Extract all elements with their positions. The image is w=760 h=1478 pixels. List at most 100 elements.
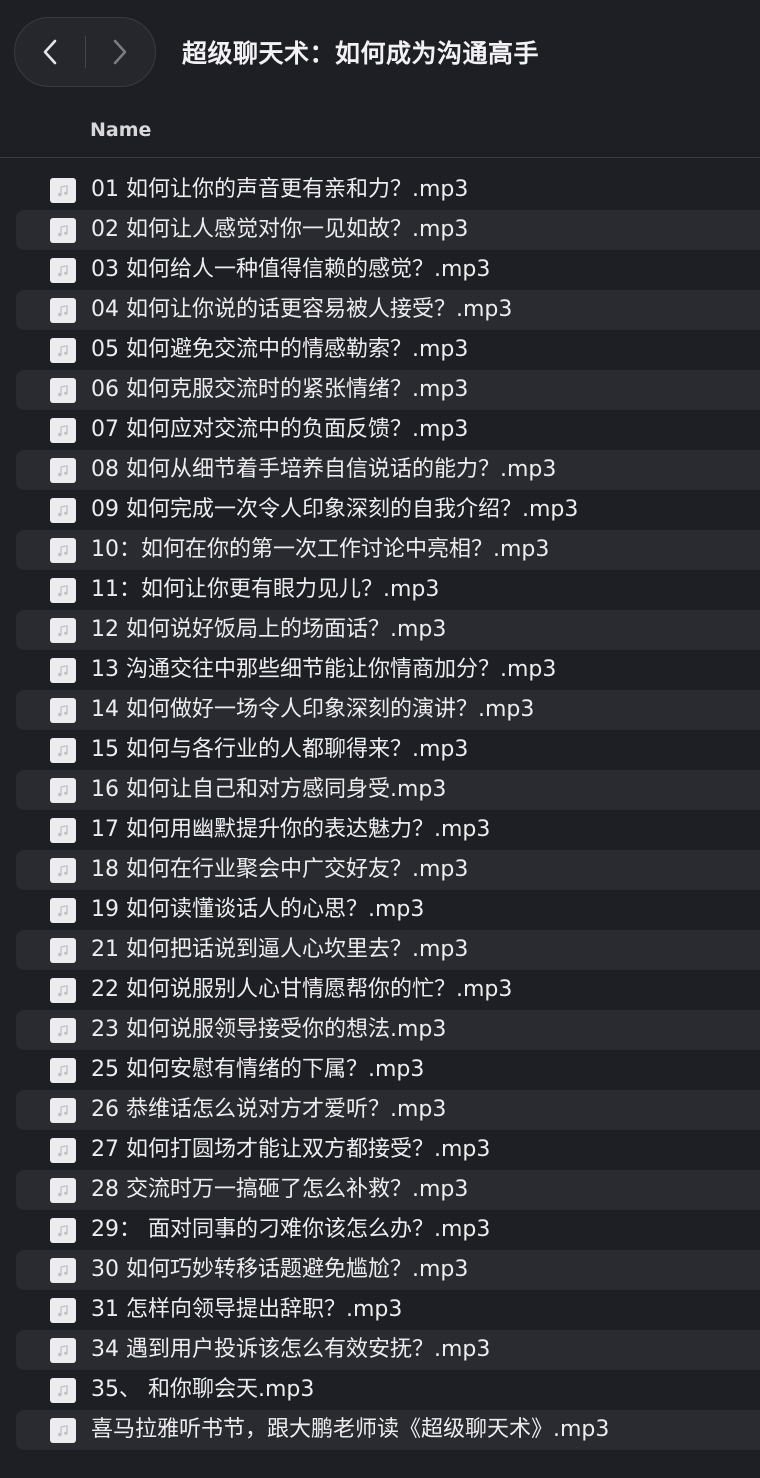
audio-file-icon bbox=[50, 378, 76, 403]
file-row[interactable]: 22 如何说服别人心甘情愿帮你的忙？.mp3 bbox=[16, 970, 760, 1010]
audio-file-icon bbox=[50, 498, 76, 523]
file-name: 08 如何从细节着手培养自信说话的能力？.mp3 bbox=[91, 457, 557, 482]
file-name: 喜马拉雅听书节，跟大鹏老师读《超级聊天术》.mp3 bbox=[91, 1417, 610, 1442]
audio-file-icon bbox=[50, 1178, 76, 1203]
file-name: 21 如何把话说到逼人心坎里去？.mp3 bbox=[91, 937, 469, 962]
file-row[interactable]: 28 交流时万一搞砸了怎么补救？.mp3 bbox=[16, 1170, 760, 1210]
file-row[interactable]: 03 如何给人一种值得信赖的感觉？.mp3 bbox=[16, 250, 760, 290]
file-row[interactable]: 10：如何在你的第一次工作讨论中亮相？.mp3 bbox=[16, 530, 760, 570]
file-name: 30 如何巧妙转移话题避免尴尬？.mp3 bbox=[91, 1257, 469, 1282]
file-name: 06 如何克服交流时的紧张情绪？.mp3 bbox=[91, 377, 469, 402]
file-row[interactable]: 13 沟通交往中那些细节能让你情商加分？.mp3 bbox=[16, 650, 760, 690]
file-name: 13 沟通交往中那些细节能让你情商加分？.mp3 bbox=[91, 657, 557, 682]
file-row[interactable]: 30 如何巧妙转移话题避免尴尬？.mp3 bbox=[16, 1250, 760, 1290]
file-row[interactable]: 07 如何应对交流中的负面反馈？.mp3 bbox=[16, 410, 760, 450]
audio-file-icon bbox=[50, 178, 76, 203]
file-name: 01 如何让你的声音更有亲和力？.mp3 bbox=[91, 177, 469, 202]
audio-file-icon bbox=[50, 418, 76, 443]
audio-file-icon bbox=[50, 858, 76, 883]
audio-file-icon bbox=[50, 1298, 76, 1323]
file-name: 03 如何给人一种值得信赖的感觉？.mp3 bbox=[91, 257, 491, 282]
file-row[interactable]: 02 如何让人感觉对你一见如故？.mp3 bbox=[16, 210, 760, 250]
file-name: 34 遇到用户投诉该怎么有效安抚？.mp3 bbox=[91, 1337, 491, 1362]
file-name: 35、 和你聊会天.mp3 bbox=[91, 1377, 315, 1402]
file-name: 29： 面对同事的刁难你该怎么办？.mp3 bbox=[91, 1217, 491, 1242]
file-row[interactable]: 23 如何说服领导接受你的想法.mp3 bbox=[16, 1010, 760, 1050]
file-row[interactable]: 喜马拉雅听书节，跟大鹏老师读《超级聊天术》.mp3 bbox=[16, 1410, 760, 1450]
audio-file-icon bbox=[50, 458, 76, 483]
file-name: 27 如何打圆场才能让双方都接受？.mp3 bbox=[91, 1137, 491, 1162]
audio-file-icon bbox=[50, 698, 76, 723]
file-row[interactable]: 21 如何把话说到逼人心坎里去？.mp3 bbox=[16, 930, 760, 970]
file-row[interactable]: 18 如何在行业聚会中广交好友？.mp3 bbox=[16, 850, 760, 890]
file-row[interactable]: 05 如何避免交流中的情感勒索？.mp3 bbox=[16, 330, 760, 370]
audio-file-icon bbox=[50, 898, 76, 923]
file-row[interactable]: 31 怎样向领导提出辞职？.mp3 bbox=[16, 1290, 760, 1330]
file-name: 26 恭维话怎么说对方才爱听？.mp3 bbox=[91, 1097, 447, 1122]
file-row[interactable]: 11：如何让你更有眼力见儿？.mp3 bbox=[16, 570, 760, 610]
file-row[interactable]: 25 如何安慰有情绪的下属？.mp3 bbox=[16, 1050, 760, 1090]
file-name: 12 如何说好饭局上的场面话？.mp3 bbox=[91, 617, 447, 642]
audio-file-icon bbox=[50, 298, 76, 323]
file-row[interactable]: 08 如何从细节着手培养自信说话的能力？.mp3 bbox=[16, 450, 760, 490]
file-row[interactable]: 15 如何与各行业的人都聊得来？.mp3 bbox=[16, 730, 760, 770]
file-list: 01 如何让你的声音更有亲和力？.mp3 02 如何让人感觉对你一见如故？.mp3… bbox=[0, 170, 760, 1450]
audio-file-icon bbox=[50, 1058, 76, 1083]
audio-file-icon bbox=[50, 618, 76, 643]
chevron-left-icon bbox=[43, 39, 57, 65]
audio-file-icon bbox=[50, 1338, 76, 1363]
file-row[interactable]: 35、 和你聊会天.mp3 bbox=[16, 1370, 760, 1410]
audio-file-icon bbox=[50, 258, 76, 283]
file-name: 07 如何应对交流中的负面反馈？.mp3 bbox=[91, 417, 469, 442]
file-row[interactable]: 12 如何说好饭局上的场面话？.mp3 bbox=[16, 610, 760, 650]
file-name: 10：如何在你的第一次工作讨论中亮相？.mp3 bbox=[91, 537, 550, 562]
forward-button[interactable] bbox=[85, 18, 155, 86]
audio-file-icon bbox=[50, 1018, 76, 1043]
file-row[interactable]: 26 恭维话怎么说对方才爱听？.mp3 bbox=[16, 1090, 760, 1130]
audio-file-icon bbox=[50, 218, 76, 243]
file-row[interactable]: 16 如何让自己和对方感同身受.mp3 bbox=[16, 770, 760, 810]
back-button[interactable] bbox=[15, 18, 85, 86]
file-row[interactable]: 34 遇到用户投诉该怎么有效安抚？.mp3 bbox=[16, 1330, 760, 1370]
audio-file-icon bbox=[50, 1218, 76, 1243]
file-name: 11：如何让你更有眼力见儿？.mp3 bbox=[91, 577, 440, 602]
window-title: 超级聊天术：如何成为沟通高手 bbox=[182, 39, 540, 68]
audio-file-icon bbox=[50, 978, 76, 1003]
file-name: 31 怎样向领导提出辞职？.mp3 bbox=[91, 1297, 403, 1322]
file-row[interactable]: 14 如何做好一场令人印象深刻的演讲？.mp3 bbox=[16, 690, 760, 730]
file-row[interactable]: 01 如何让你的声音更有亲和力？.mp3 bbox=[16, 170, 760, 210]
audio-file-icon bbox=[50, 1138, 76, 1163]
file-row[interactable]: 04 如何让你说的话更容易被人接受？.mp3 bbox=[16, 290, 760, 330]
file-row[interactable]: 19 如何读懂谈话人的心思？.mp3 bbox=[16, 890, 760, 930]
file-name: 09 如何完成一次令人印象深刻的自我介绍？.mp3 bbox=[91, 497, 579, 522]
chevron-right-icon bbox=[113, 39, 127, 65]
audio-file-icon bbox=[50, 578, 76, 603]
audio-file-icon bbox=[50, 738, 76, 763]
navigation-buttons bbox=[14, 17, 156, 87]
file-row[interactable]: 29： 面对同事的刁难你该怎么办？.mp3 bbox=[16, 1210, 760, 1250]
audio-file-icon bbox=[50, 658, 76, 683]
audio-file-icon bbox=[50, 938, 76, 963]
name-column-header[interactable]: Name bbox=[90, 119, 151, 141]
audio-file-icon bbox=[50, 1258, 76, 1283]
file-name: 17 如何用幽默提升你的表达魅力？.mp3 bbox=[91, 817, 491, 842]
file-name: 14 如何做好一场令人印象深刻的演讲？.mp3 bbox=[91, 697, 535, 722]
file-name: 15 如何与各行业的人都聊得来？.mp3 bbox=[91, 737, 469, 762]
audio-file-icon bbox=[50, 778, 76, 803]
file-name: 05 如何避免交流中的情感勒索？.mp3 bbox=[91, 337, 469, 362]
file-name: 16 如何让自己和对方感同身受.mp3 bbox=[91, 777, 447, 802]
audio-file-icon bbox=[50, 818, 76, 843]
file-name: 19 如何读懂谈话人的心思？.mp3 bbox=[91, 897, 425, 922]
file-row[interactable]: 27 如何打圆场才能让双方都接受？.mp3 bbox=[16, 1130, 760, 1170]
audio-file-icon bbox=[50, 1378, 76, 1403]
audio-file-icon bbox=[50, 1418, 76, 1443]
file-row[interactable]: 09 如何完成一次令人印象深刻的自我介绍？.mp3 bbox=[16, 490, 760, 530]
file-name: 25 如何安慰有情绪的下属？.mp3 bbox=[91, 1057, 425, 1082]
file-name: 02 如何让人感觉对你一见如故？.mp3 bbox=[91, 217, 469, 242]
file-name: 23 如何说服领导接受你的想法.mp3 bbox=[91, 1017, 447, 1042]
file-name: 18 如何在行业聚会中广交好友？.mp3 bbox=[91, 857, 469, 882]
file-row[interactable]: 06 如何克服交流时的紧张情绪？.mp3 bbox=[16, 370, 760, 410]
file-name: 04 如何让你说的话更容易被人接受？.mp3 bbox=[91, 297, 513, 322]
audio-file-icon bbox=[50, 538, 76, 563]
file-row[interactable]: 17 如何用幽默提升你的表达魅力？.mp3 bbox=[16, 810, 760, 850]
